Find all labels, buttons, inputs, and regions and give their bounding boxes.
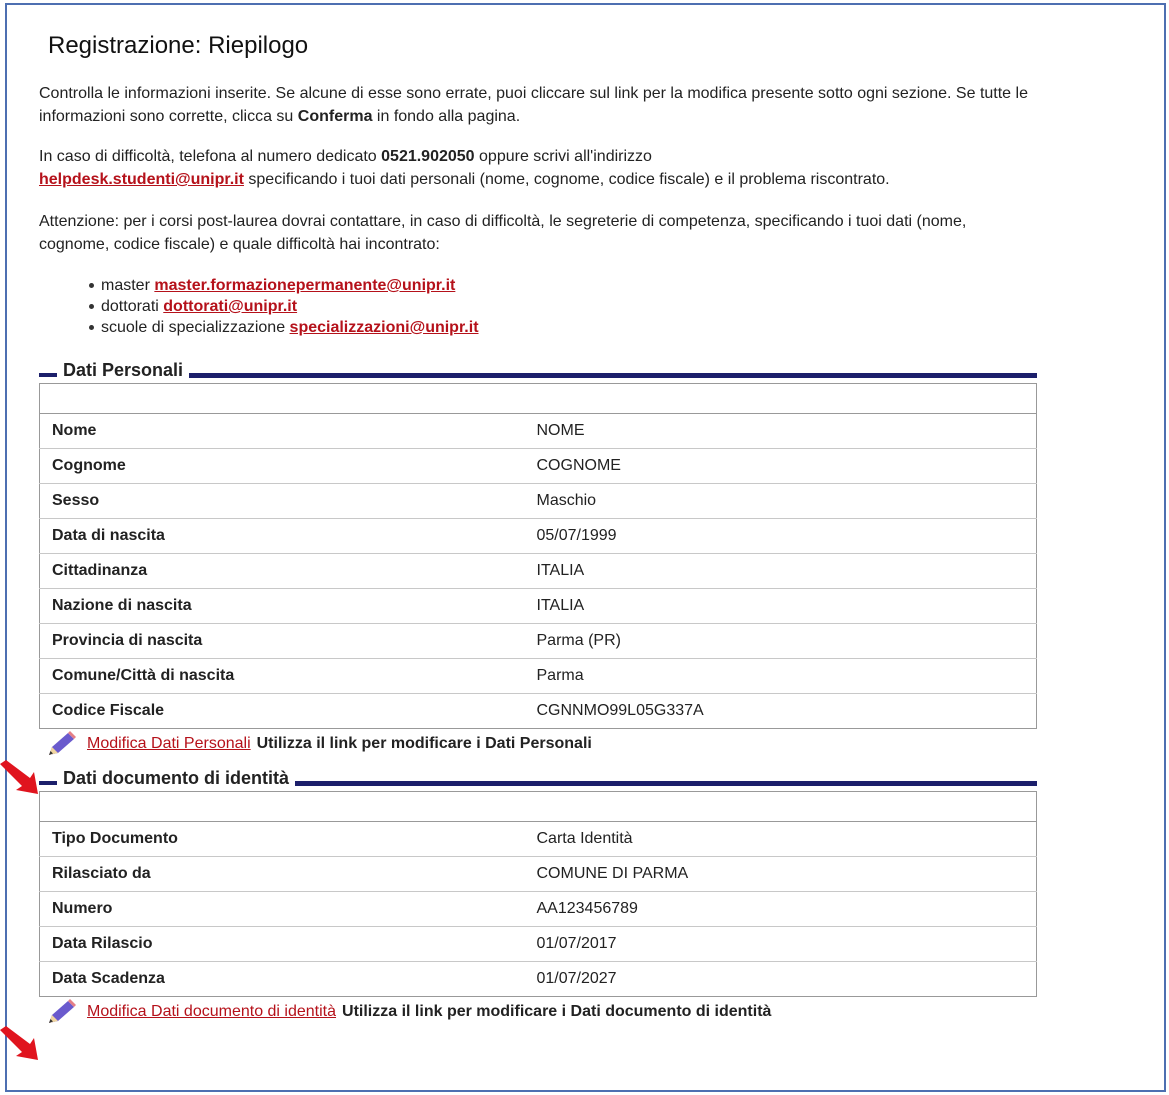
helpdesk-paragraph: In caso di difficoltà, telefona al numer…: [39, 148, 890, 188]
field-label: Provincia di nascita: [39, 623, 525, 659]
field-value: 01/07/2027: [536, 970, 617, 987]
edit-personal-row: Modifica Dati Personali Utilizza il link…: [45, 729, 1037, 759]
specializzazioni-email-link[interactable]: specializzazioni@unipr.it: [290, 319, 479, 336]
list-item: dottorati dottorati@unipr.it: [89, 296, 1039, 317]
edit-hint: Utilizza il link per modificare i Dati d…: [342, 1003, 772, 1020]
field-value: CGNNMO99L05G337A: [536, 702, 704, 719]
edit-hint: Utilizza il link per modificare i Dati P…: [256, 735, 592, 752]
master-email-link[interactable]: master.formazionepermanente@unipr.it: [154, 277, 455, 294]
table-row: Provincia di nascita Parma (PR): [39, 623, 1037, 659]
table-row: Codice Fiscale CGNNMO99L05G337A: [40, 694, 1037, 729]
postgrad-paragraph: Attenzione: per i corsi post-laurea dovr…: [39, 213, 967, 253]
table-spacer-row: [39, 791, 1037, 822]
field-value: Parma: [524, 658, 1037, 694]
edit-document-row: Modifica Dati documento di identità Util…: [45, 997, 1037, 1027]
table-row: Sesso Maschio: [39, 483, 1037, 519]
field-label: Data Rilascio: [39, 926, 525, 962]
contacts-list: master master.formazionepermanente@unipr…: [39, 275, 1039, 338]
pencil-icon: [49, 731, 76, 755]
personal-data-section: Dati Personali Nome NOME Cognome COGNOME Ses…: [39, 357, 1037, 759]
table-row: Cognome COGNOME: [39, 448, 1037, 484]
field-value: 05/07/1999: [524, 518, 1037, 554]
field-value: AA123456789: [524, 891, 1037, 927]
helpdesk-email-link[interactable]: helpdesk.studenti@unipr.it: [39, 171, 244, 188]
field-value: Carta Identità: [524, 821, 1037, 857]
edit-personal-data-link[interactable]: Modifica Dati Personali: [87, 735, 251, 753]
table-row: Rilasciato da COMUNE DI PARMA: [39, 856, 1037, 892]
table-spacer-row: [39, 383, 1037, 414]
section-header: Dati Personali: [39, 357, 1037, 383]
table-row: Nazione di nascita ITALIA: [39, 588, 1037, 624]
field-value: NOME: [524, 413, 1037, 449]
field-label: Codice Fiscale: [52, 702, 165, 719]
table-row: Comune/Città di nascita Parma: [39, 658, 1037, 694]
section-title: Dati documento di identità: [63, 767, 290, 788]
section-header: Dati documento di identità: [39, 765, 1037, 791]
page-title: Registrazione: Riepilogo: [48, 32, 309, 59]
document-data-table: Tipo Documento Carta Identità Rilasciato d…: [39, 791, 1037, 997]
field-label: Nome: [39, 413, 525, 449]
red-arrow-icon: [0, 1026, 38, 1060]
main-content: Registrazione: Riepilogo Controlla le in…: [39, 28, 1039, 1027]
field-value: COMUNE DI PARMA: [524, 856, 1037, 892]
field-label: Cognome: [39, 448, 525, 484]
pencil-icon: [49, 999, 76, 1023]
table-row: Cittadinanza ITALIA: [39, 553, 1037, 589]
field-label: Sesso: [39, 483, 525, 519]
table-row: Data di nascita 05/07/1999: [39, 518, 1037, 554]
red-arrow-icon: [0, 760, 38, 794]
field-label: Numero: [39, 891, 525, 927]
helpdesk-phone: 0521.902050: [381, 148, 475, 165]
dottorati-email-link[interactable]: dottorati@unipr.it: [163, 298, 297, 315]
field-label: Cittadinanza: [39, 553, 525, 589]
field-value: 01/07/2017: [524, 926, 1037, 962]
intro-paragraph: Controlla le informazioni inserite. Se a…: [39, 85, 1028, 125]
section-title: Dati Personali: [63, 359, 184, 380]
table-row: Tipo Documento Carta Identità: [39, 821, 1037, 857]
table-row: Data Rilascio 01/07/2017: [39, 926, 1037, 962]
field-label: Comune/Città di nascita: [39, 658, 525, 694]
field-label: Rilasciato da: [39, 856, 525, 892]
personal-data-table: Nome NOME Cognome COGNOME Sesso Maschio Data d…: [39, 383, 1037, 729]
field-label: Data Scadenza: [52, 970, 165, 987]
document-data-section: Dati documento di identità Tipo Document…: [39, 765, 1037, 1027]
field-label: Tipo Documento: [39, 821, 525, 857]
table-row: Numero AA123456789: [39, 891, 1037, 927]
table-row: Nome NOME: [39, 413, 1037, 449]
list-item: scuole di specializzazione specializzazi…: [89, 317, 1039, 338]
field-value: Maschio: [524, 483, 1037, 519]
table-row: Data Scadenza 01/07/2027: [40, 962, 1037, 997]
field-label: Data di nascita: [39, 518, 525, 554]
edit-document-data-link[interactable]: Modifica Dati documento di identità: [87, 1003, 336, 1021]
list-item: master master.formazionepermanente@unipr…: [89, 275, 1039, 296]
field-value: ITALIA: [524, 588, 1037, 624]
field-label: Nazione di nascita: [39, 588, 525, 624]
field-value: COGNOME: [524, 448, 1037, 484]
field-value: ITALIA: [524, 553, 1037, 589]
confirm-keyword: Conferma: [297, 108, 373, 125]
field-value: Parma (PR): [524, 623, 1037, 659]
